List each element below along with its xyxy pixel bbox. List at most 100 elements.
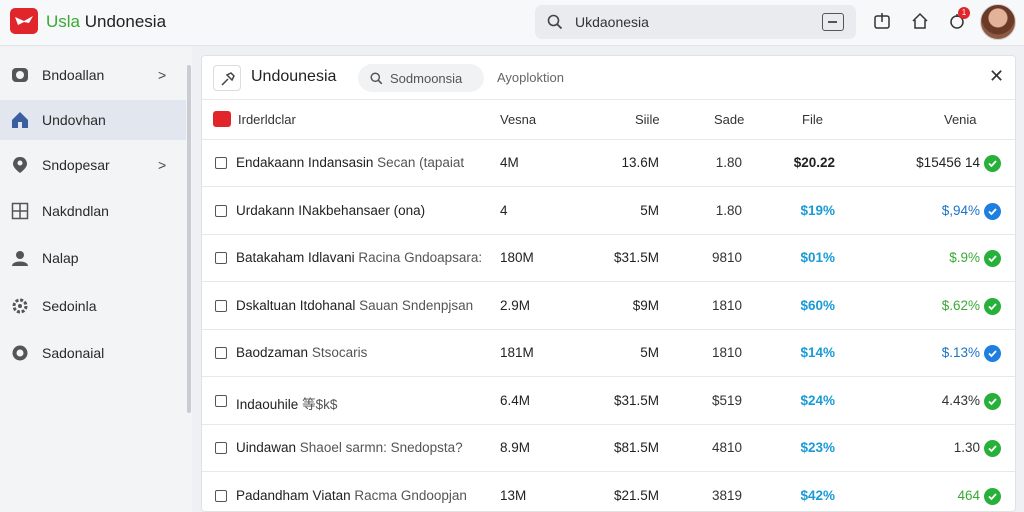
sidebar-item-sndopesar[interactable]: Sndopesar >	[0, 145, 186, 185]
row-name-main: Endakaann Indansasin	[236, 155, 374, 170]
row-name-main: Dskaltuan Itdohanal	[236, 297, 356, 313]
row-checkbox[interactable]	[215, 394, 227, 407]
sidebar-item-label: Undovhan	[42, 112, 106, 128]
cell-siile: $9M	[632, 297, 659, 313]
pin-icon	[221, 72, 235, 86]
row-checkbox[interactable]	[215, 252, 227, 264]
chevron-right-icon[interactable]: >	[158, 67, 166, 83]
sidebar-item-sadonaial[interactable]: Sadonaial	[0, 333, 186, 373]
row-checkbox[interactable]	[215, 157, 227, 169]
sidebar-item-nalap[interactable]: Nalap	[0, 238, 186, 278]
cell-sade: 1810	[711, 297, 742, 313]
row-checkbox[interactable]	[215, 347, 227, 359]
row-name: Endakaann Indansasin Secan (tapaiat	[236, 155, 486, 170]
row-name-sub: 等$k$	[298, 396, 338, 412]
home-icon[interactable]	[911, 12, 929, 30]
status-check-icon	[984, 155, 1001, 172]
location-pin-icon	[13, 157, 27, 173]
app-logo[interactable]	[10, 8, 38, 34]
cell-venia: 464	[957, 487, 980, 503]
chevron-right-icon[interactable]: >	[158, 157, 166, 173]
row-name-sub: Stsocaris	[308, 345, 368, 360]
cell-file: $19%	[800, 202, 835, 218]
cell-sade: 1.80	[715, 155, 742, 170]
row-checkbox[interactable]	[215, 299, 227, 312]
sidebar-item-nakdndlan[interactable]: Nakdndlan	[0, 191, 186, 231]
row-checkbox[interactable]	[215, 204, 227, 217]
cell-siile: $21.5M	[613, 487, 659, 503]
table-row[interactable]: Padandham Viatan Racma Gndoopjan 13M $21.5…	[202, 473, 1015, 512]
cell-venia: $15456 14	[916, 155, 980, 170]
table-row[interactable]: Uindawan Shaoel sarmn: Snedopsta? 8.9M $81…	[202, 425, 1015, 472]
cell-siile: $31.5M	[613, 250, 659, 265]
row-name-main: Urdakann INakbehansaer (ona)	[236, 202, 426, 218]
cell-sade: 3819	[711, 487, 742, 503]
status-check-icon	[984, 392, 1001, 410]
cell-siile: 5M	[640, 345, 659, 360]
close-button[interactable]: ✕	[989, 66, 1004, 87]
table-row[interactable]: Indaouhile 等$k$ 6.4M $31.5M $519 $24% 4.43%	[202, 378, 1015, 425]
panel-subtitle: Ayoploktion	[497, 70, 564, 85]
sidebar-item-sedoinla[interactable]: Sedoinla	[0, 286, 186, 326]
search-input[interactable]: Ukdaonesia	[575, 14, 649, 30]
sidebar-item-undovhan[interactable]: Undovhan	[0, 100, 186, 140]
keyboard-shortcut-icon[interactable]	[822, 13, 844, 31]
search-chip[interactable]: Sodmoonsia	[358, 64, 484, 92]
user-avatar[interactable]	[980, 4, 1016, 40]
cell-sade: 1.80	[715, 202, 742, 218]
gear-icon	[12, 298, 28, 314]
panel-header: Undounesia Sodmoonsia Ayoploktion ✕	[202, 56, 1015, 100]
table-row[interactable]: Baodzaman Stsocaris 181M 5M 1810 $14% $.13%	[202, 330, 1015, 377]
cell-file: $24%	[800, 392, 835, 408]
cell-venia: $.13%	[941, 345, 980, 360]
notification-badge: 1	[958, 7, 970, 19]
export-icon[interactable]	[873, 12, 891, 30]
row-name: Padandham Viatan Racma Gndoopjan	[236, 488, 486, 503]
sidebar-item-label: Sndopesar	[42, 157, 110, 173]
cell-sade: $519	[711, 392, 742, 408]
column-header-siile[interactable]: Siile	[635, 112, 660, 127]
column-header-venia[interactable]: Venia	[944, 112, 977, 127]
row-checkbox[interactable]	[215, 489, 227, 502]
sidebar-scrollbar[interactable]	[187, 65, 191, 413]
cell-venia: $,94%	[941, 202, 980, 218]
row-name-main: Batakaham Idlavani	[236, 250, 355, 265]
sidebar-item-label: Sedoinla	[42, 298, 97, 314]
app-title: Usla Undonesia	[46, 12, 166, 32]
table-row[interactable]: Batakaham Idlavani Racina Gndoapsara: 180…	[202, 235, 1015, 282]
sidebar-item-label: Nalap	[42, 250, 79, 266]
row-name: Batakaham Idlavani Racina Gndoapsara:	[236, 250, 486, 265]
sidebar-item-bndoallan[interactable]: Bndoallan >	[0, 55, 186, 95]
column-header-name[interactable]: Irderldclar	[238, 112, 296, 127]
row-name-sub: Secan (tapaiat	[373, 155, 465, 170]
row-name: Uindawan Shaoel sarmn: Snedopsta?	[236, 440, 486, 455]
row-name-main: Baodzaman	[236, 345, 309, 360]
row-name-sub: Racina Gndoapsara:	[354, 250, 483, 265]
panel-title: Undounesia	[251, 68, 337, 85]
row-name-sub: Sauan Sndenpjsan	[355, 297, 474, 313]
cell-vesna: 2.9M	[500, 297, 531, 313]
cell-sade: 1810	[711, 345, 742, 360]
cell-venia: $.9%	[949, 250, 980, 265]
status-check-icon	[984, 202, 1001, 220]
column-header-vesna[interactable]: Vesna	[500, 112, 536, 127]
circle-icon	[12, 345, 28, 361]
sidebar: Bndoallan > Undovhan Sndopesar > Nakdndl…	[0, 47, 192, 512]
search-bar[interactable]: Ukdaonesia	[535, 5, 856, 39]
cell-venia: 1.30	[953, 440, 980, 455]
user-icon	[12, 251, 28, 266]
row-name: Baodzaman Stsocaris	[236, 345, 486, 360]
row-checkbox[interactable]	[215, 442, 227, 454]
table-row[interactable]: Dskaltuan Itdohanal Sauan Sndenpjsan 2.9M…	[202, 283, 1015, 330]
pin-button[interactable]	[213, 65, 241, 91]
table-row[interactable]: Urdakann INakbehansaer (ona) 4 5M 1.80 $19% $…	[202, 188, 1015, 235]
grid-icon	[11, 202, 29, 220]
cell-file: $01%	[800, 250, 835, 265]
column-header-sade[interactable]: Sade	[714, 112, 744, 127]
column-header-file[interactable]: File	[802, 112, 823, 127]
cell-file: $42%	[800, 487, 835, 503]
row-name-main: Uindawan	[236, 440, 297, 455]
flag-icon	[213, 111, 231, 127]
cell-file: $14%	[800, 345, 835, 360]
table-row[interactable]: Endakaann Indansasin Secan (tapaiat 4M 13.…	[202, 140, 1015, 187]
